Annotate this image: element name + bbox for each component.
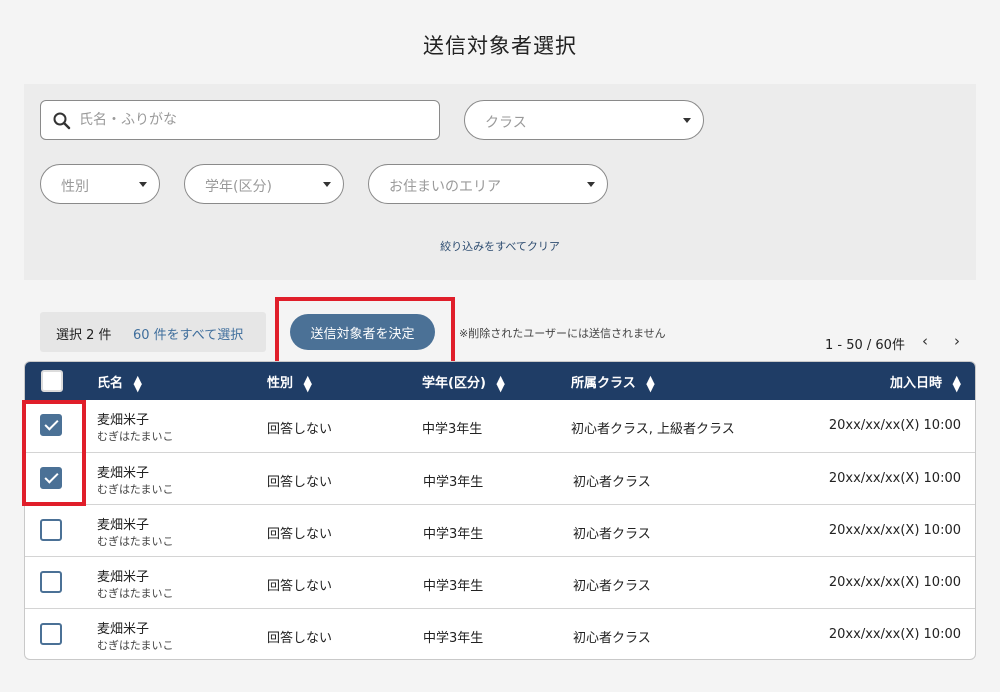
row-grade: 中学3年生 bbox=[423, 527, 484, 542]
row-checkbox[interactable] bbox=[40, 519, 62, 541]
row-gender: 回答しない bbox=[267, 422, 333, 437]
header-joined-label: 加入日時 bbox=[889, 376, 942, 391]
selected-count: 選択 2 件 bbox=[56, 328, 112, 343]
row-name: 麦畑米子 bbox=[97, 413, 150, 428]
next-page-icon[interactable]: › bbox=[954, 332, 960, 350]
table-row[interactable]: 麦畑米子 むぎはたまいこ 回答しない 中学3年生 初心者クラス 20xx/xx/… bbox=[25, 556, 975, 608]
row-name: 麦畑米子 bbox=[97, 466, 150, 481]
row-name: 麦畑米子 bbox=[97, 518, 150, 533]
row-joined: 20xx/xx/xx(X) 10:00 bbox=[828, 418, 961, 433]
pagination-range: 1 - 50 / 60件 bbox=[825, 338, 905, 353]
row-gender: 回答しない bbox=[267, 527, 333, 542]
row-class: 初心者クラス bbox=[573, 631, 651, 646]
prev-page-icon[interactable]: ‹ bbox=[922, 332, 928, 350]
header-class[interactable]: 所属クラス ▲ ▼ bbox=[571, 372, 655, 394]
gender-select-label: 性別 bbox=[61, 179, 89, 195]
row-joined: 20xx/xx/xx(X) 10:00 bbox=[828, 523, 961, 538]
header-name[interactable]: 氏名 ▲ ▼ bbox=[97, 372, 143, 394]
row-checkbox[interactable] bbox=[40, 467, 62, 489]
row-gender: 回答しない bbox=[267, 579, 333, 594]
chevron-down-icon bbox=[587, 182, 595, 187]
row-kana: むぎはたまいこ bbox=[97, 587, 174, 600]
sort-icon: ▲ ▼ bbox=[133, 372, 143, 394]
header-gender[interactable]: 性別 ▲ ▼ bbox=[267, 372, 313, 394]
row-kana: むぎはたまいこ bbox=[97, 430, 174, 443]
table-row[interactable]: 麦畑米子 むぎはたまいこ 回答しない 中学3年生 初心者クラス, 上級者クラス … bbox=[25, 400, 975, 452]
row-grade: 中学3年生 bbox=[423, 631, 484, 646]
sort-icon: ▲ ▼ bbox=[646, 372, 655, 394]
sort-icon: ▲ ▼ bbox=[303, 372, 313, 394]
header-grade-label: 学年(区分) bbox=[422, 376, 486, 391]
search-field[interactable] bbox=[40, 100, 440, 140]
select-all-link[interactable]: 60 件をすべて選択 bbox=[133, 324, 243, 343]
row-kana: むぎはたまいこ bbox=[97, 535, 174, 548]
row-grade: 中学3年生 bbox=[423, 475, 484, 490]
confirm-recipients-button[interactable]: 送信対象者を決定 bbox=[290, 314, 435, 350]
clear-filters-link[interactable]: 絞り込みをすべてクリア bbox=[24, 238, 976, 254]
area-select[interactable]: お住まいのエリア bbox=[368, 164, 608, 204]
table-header: 氏名 ▲ ▼ 性別 ▲ ▼ 学年(区分) ▲ ▼ 所属クラス ▲ ▼ 加入日時 ▲ ▼ bbox=[25, 362, 975, 400]
page-title: 送信対象者選択 bbox=[423, 34, 577, 58]
select-all-checkbox[interactable] bbox=[41, 370, 63, 392]
table-row[interactable]: 麦畑米子 むぎはたまいこ 回答しない 中学3年生 初心者クラス 20xx/xx/… bbox=[25, 452, 975, 504]
search-input[interactable] bbox=[79, 109, 429, 131]
row-name: 麦畑米子 bbox=[97, 622, 150, 637]
header-class-label: 所属クラス bbox=[571, 376, 636, 391]
class-select-label: クラス bbox=[485, 115, 527, 131]
row-checkbox[interactable] bbox=[40, 414, 62, 436]
row-kana: むぎはたまいこ bbox=[97, 639, 174, 652]
row-joined: 20xx/xx/xx(X) 10:00 bbox=[828, 575, 961, 590]
header-name-label: 氏名 bbox=[97, 376, 124, 391]
row-gender: 回答しない bbox=[267, 475, 333, 490]
filter-panel: クラス 性別 学年(区分) お住まいのエリア 絞り込みをすべてクリア bbox=[24, 84, 976, 280]
selection-summary: 選択 2 件 60 件をすべて選択 bbox=[40, 312, 266, 352]
recipients-table: 氏名 ▲ ▼ 性別 ▲ ▼ 学年(区分) ▲ ▼ 所属クラス ▲ ▼ 加入日時 ▲ ▼ 麦… bbox=[24, 361, 976, 660]
row-class: 初心者クラス bbox=[573, 475, 651, 490]
area-select-label: お住まいのエリア bbox=[389, 179, 501, 195]
row-kana: むぎはたまいこ bbox=[97, 483, 174, 496]
grade-select-label: 学年(区分) bbox=[205, 179, 272, 195]
row-gender: 回答しない bbox=[267, 631, 333, 646]
class-select[interactable]: クラス bbox=[464, 100, 704, 140]
row-grade: 中学3年生 bbox=[423, 579, 484, 594]
chevron-down-icon bbox=[323, 182, 331, 187]
table-row[interactable]: 麦畑米子 むぎはたまいこ 回答しない 中学3年生 初心者クラス 20xx/xx/… bbox=[25, 608, 975, 659]
row-grade: 中学3年生 bbox=[422, 422, 483, 437]
row-class: 初心者クラス bbox=[573, 579, 651, 594]
header-grade[interactable]: 学年(区分) ▲ ▼ bbox=[422, 372, 505, 394]
search-icon bbox=[53, 112, 71, 130]
row-checkbox[interactable] bbox=[40, 623, 62, 645]
grade-select[interactable]: 学年(区分) bbox=[184, 164, 344, 204]
header-gender-label: 性別 bbox=[267, 376, 294, 391]
sort-icon: ▲ ▼ bbox=[496, 372, 505, 394]
gender-select[interactable]: 性別 bbox=[40, 164, 160, 204]
row-joined: 20xx/xx/xx(X) 10:00 bbox=[828, 471, 961, 486]
header-joined[interactable]: 加入日時 ▲ ▼ bbox=[889, 372, 961, 394]
row-class: 初心者クラス bbox=[573, 527, 651, 542]
deleted-users-note: ※削除されたユーザーには送信されません bbox=[459, 327, 666, 340]
row-joined: 20xx/xx/xx(X) 10:00 bbox=[828, 627, 961, 642]
row-checkbox[interactable] bbox=[40, 571, 62, 593]
chevron-down-icon bbox=[139, 182, 147, 187]
sort-icon: ▲ ▼ bbox=[952, 372, 961, 394]
row-class: 初心者クラス, 上級者クラス bbox=[571, 422, 735, 437]
table-row[interactable]: 麦畑米子 むぎはたまいこ 回答しない 中学3年生 初心者クラス 20xx/xx/… bbox=[25, 504, 975, 556]
chevron-down-icon bbox=[683, 118, 691, 123]
row-name: 麦畑米子 bbox=[97, 570, 150, 585]
